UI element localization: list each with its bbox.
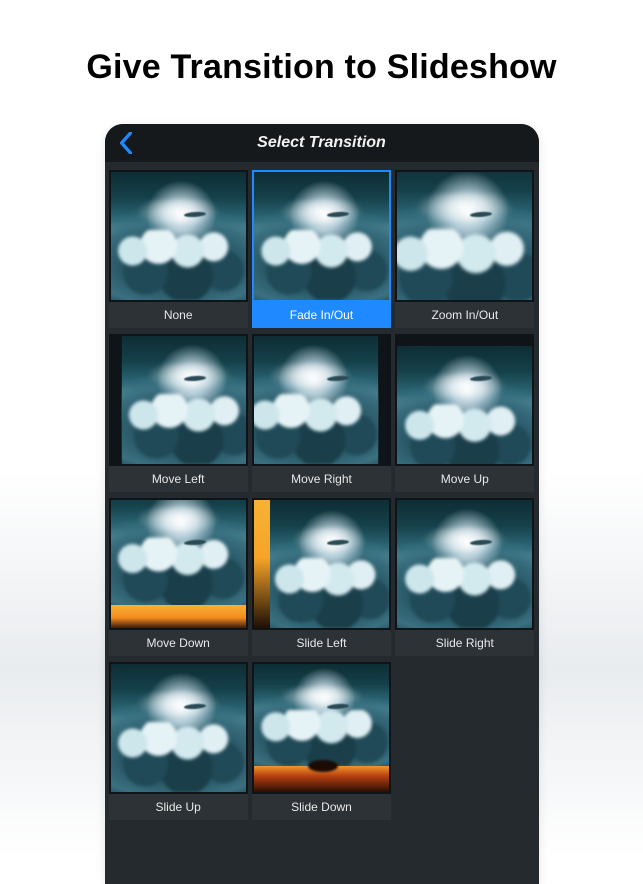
transition-label: Slide Up <box>109 794 248 820</box>
cloud-scene <box>121 336 248 464</box>
transition-thumbnail <box>252 498 391 630</box>
transition-thumbnail <box>109 334 248 466</box>
transition-grid: NoneFade In/OutZoom In/OutMove LeftMove … <box>109 170 535 820</box>
transition-thumbnail <box>109 662 248 794</box>
transition-thumbnail <box>252 662 391 794</box>
transition-thumbnail <box>395 334 534 466</box>
device-frame: Select Transition NoneFade In/OutZoom In… <box>105 124 539 884</box>
transition-label: Fade In/Out <box>252 302 391 328</box>
transition-option[interactable]: Move Down <box>109 498 248 656</box>
transition-thumbnail <box>395 498 534 630</box>
transition-thumbnail <box>252 334 391 466</box>
transition-stage: NoneFade In/OutZoom In/OutMove LeftMove … <box>105 162 539 820</box>
cloud-scene <box>111 172 246 300</box>
transition-thumbnail <box>109 498 248 630</box>
transition-option[interactable]: Zoom In/Out <box>395 170 534 328</box>
transition-label: Slide Right <box>395 630 534 656</box>
transition-option[interactable]: Move Up <box>395 334 534 492</box>
cloud-scene <box>397 346 532 466</box>
secondary-slide <box>111 605 246 628</box>
cloud-scene <box>254 172 389 300</box>
transition-label: Move Down <box>109 630 248 656</box>
transition-label: None <box>109 302 248 328</box>
transition-option[interactable]: Fade In/Out <box>252 170 391 328</box>
cloud-scene <box>395 170 534 302</box>
transition-thumbnail <box>252 170 391 302</box>
transition-option[interactable]: Move Right <box>252 334 391 492</box>
cloud-scene <box>111 498 246 608</box>
chevron-left-icon <box>117 132 135 154</box>
transition-option[interactable]: None <box>109 170 248 328</box>
transition-option[interactable]: Slide Right <box>395 498 534 656</box>
transition-option[interactable]: Slide Left <box>252 498 391 656</box>
navbar: Select Transition <box>105 124 539 162</box>
transition-thumbnail <box>109 170 248 302</box>
cloud-scene <box>270 500 389 628</box>
transition-label: Slide Down <box>252 794 391 820</box>
cloud-scene <box>252 336 379 464</box>
transition-option[interactable]: Slide Down <box>252 662 391 820</box>
promo-title: Give Transition to Slideshow <box>0 48 643 87</box>
secondary-slide <box>254 500 270 628</box>
transition-label: Zoom In/Out <box>395 302 534 328</box>
transition-label: Slide Left <box>252 630 391 656</box>
navbar-title: Select Transition <box>257 134 386 152</box>
transition-option[interactable]: Slide Up <box>109 662 248 820</box>
cloud-scene <box>111 664 246 792</box>
transition-thumbnail <box>395 170 534 302</box>
secondary-slide <box>254 766 389 792</box>
back-button[interactable] <box>111 124 141 162</box>
transition-option[interactable]: Move Left <box>109 334 248 492</box>
transition-label: Move Right <box>252 466 391 492</box>
cloud-scene <box>397 500 532 628</box>
transition-label: Move Left <box>109 466 248 492</box>
transition-label: Move Up <box>395 466 534 492</box>
cloud-scene <box>254 664 389 766</box>
